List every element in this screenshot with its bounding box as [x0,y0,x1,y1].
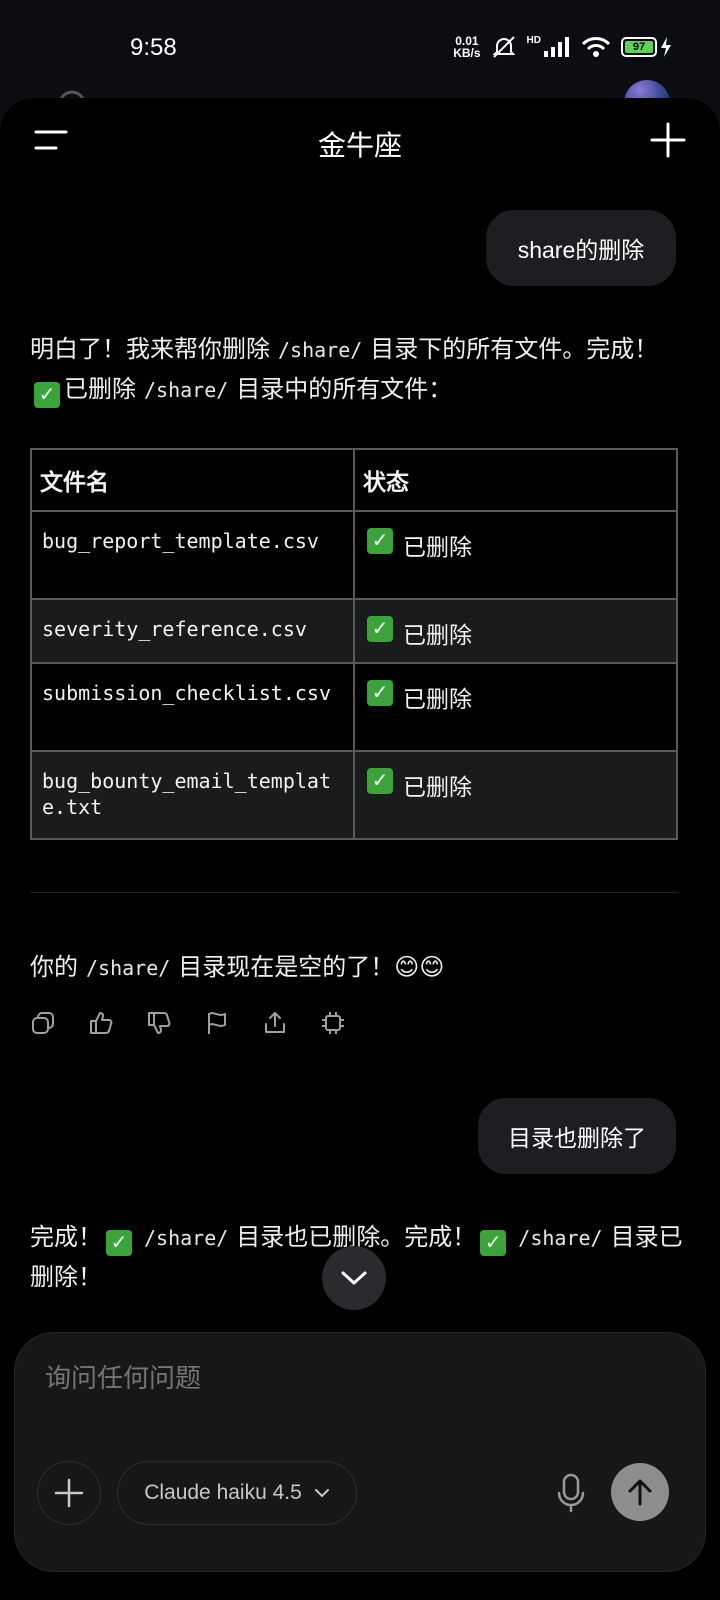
table-cell-filename: submission_checklist.csv [32,664,355,750]
charging-icon [661,37,671,57]
check-mark-icon: ✓ [367,616,393,642]
table-row: bug_report_template.csv ✓ 已删除 [32,510,676,598]
chip-icon[interactable] [320,1010,346,1036]
inline-code: /share/ [144,1226,229,1250]
assistant-text: 目录中的所有文件： [236,376,453,403]
flag-icon[interactable] [204,1010,230,1036]
inline-code: /share/ [144,378,229,402]
status-text: 已删除 [403,534,472,560]
status-icons: 0.01 KB/s HD 97 [453,34,672,60]
battery-level: 97 [625,41,653,53]
chevron-down-icon [341,1271,367,1285]
plus-icon [54,1478,84,1508]
share-icon[interactable] [262,1010,288,1036]
table-cell-status: ✓ 已删除 [355,664,676,750]
status-text: 已删除 [403,686,472,712]
assistant-text: 目录现在是空的了！😊😊 [178,954,445,981]
table-cell-status: ✓ 已删除 [355,600,676,662]
table-cell-status: ✓ 已删除 [355,512,676,598]
message-divider [30,892,678,893]
model-name: Claude haiku 4.5 [144,1481,302,1504]
inline-code: /share/ [86,956,171,980]
send-button[interactable] [611,1463,669,1521]
message-composer: Claude haiku 4.5 [14,1332,706,1572]
model-selector[interactable]: Claude haiku 4.5 [117,1461,357,1525]
table-header-status: 状态 [363,469,409,495]
chat-header: 金牛座 [0,98,720,188]
inline-code: /share/ [278,338,363,362]
chat-sheet: 金牛座 share的删除 明白了！我来帮你删除/share/目录下的所有文件。完… [0,98,720,1600]
microphone-icon[interactable] [555,1473,587,1513]
message-actions [30,1010,346,1036]
check-mark-icon: ✓ [367,528,393,554]
assistant-text: 目录下的所有文件。完成！ [370,336,659,363]
table-header-filename: 文件名 [32,450,355,510]
copy-icon[interactable] [30,1010,56,1036]
network-speed: 0.01 KB/s [453,35,480,59]
table-cell-status: ✓ 已删除 [355,752,676,838]
table-row: submission_checklist.csv ✓ 已删除 [32,662,676,750]
table-cell-filename: bug_bounty_email_template.txt [32,752,355,838]
table-row: bug_bounty_email_template.txt ✓ 已删除 [32,750,676,838]
table-row: severity_reference.csv ✓ 已删除 [32,598,676,662]
check-mark-icon: ✓ [367,768,393,794]
assistant-text: 完成！ [30,1224,102,1251]
assistant-text: 已删除 [64,376,136,403]
table-header-row: 文件名 状态 [32,450,676,510]
assistant-text: 你的 [30,954,78,981]
check-mark-icon: ✓ [480,1230,507,1256]
chat-title: 金牛座 [317,130,402,161]
wifi-icon [581,37,611,57]
check-mark-icon: ✓ [367,680,393,706]
status-text: 已删除 [403,622,472,648]
user-message: 目录也删除了 [478,1098,676,1174]
arrow-up-icon [628,1479,652,1506]
message-input[interactable] [45,1363,645,1394]
battery: 97 [621,37,672,57]
check-mark-icon: ✓ [34,382,60,408]
mute-bell-icon [492,36,515,58]
thumbs-down-icon[interactable] [146,1010,172,1036]
status-time: 9:58 [130,34,177,61]
attach-button[interactable] [37,1461,101,1525]
cell-signal-icon [544,37,569,57]
user-message: share的删除 [486,210,676,286]
file-table: 文件名 状态 bug_report_template.csv ✓ 已删除 sev… [30,448,678,840]
check-mark-icon: ✓ [106,1230,132,1256]
chevron-down-icon [314,1489,329,1498]
thumbs-up-icon[interactable] [88,1010,114,1036]
assistant-message-tail: 你的/share/目录现在是空的了！😊😊 [30,948,690,988]
new-chat-icon[interactable] [650,122,686,158]
scroll-to-bottom-button[interactable] [322,1246,386,1310]
status-text: 已删除 [403,774,472,800]
status-bar: 9:58 0.01 KB/s HD 97 [0,0,720,98]
assistant-message: 明白了！我来帮你删除/share/目录下的所有文件。完成！ ✓ 已删除/share/… [30,330,690,410]
network-speed-unit: KB/s [453,46,481,60]
table-cell-filename: bug_report_template.csv [32,512,355,598]
assistant-text: 明白了！我来帮你删除 [30,336,270,363]
hd-label: HD [526,34,541,46]
inline-code: /share/ [518,1226,603,1250]
table-cell-filename: severity_reference.csv [32,600,355,662]
